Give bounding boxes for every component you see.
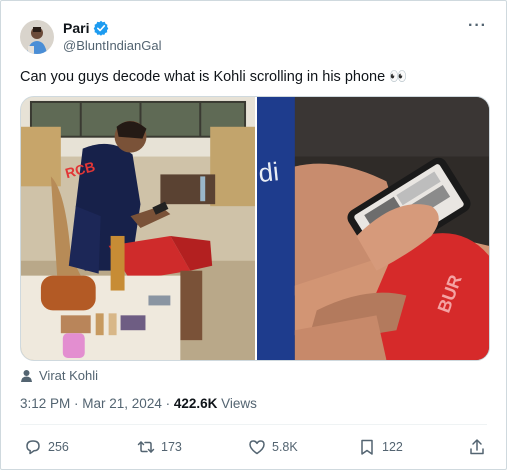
action-bar: 256 173 5.8K 122 [20, 437, 490, 457]
photo-hands-phone[interactable]: di BUR [257, 97, 489, 360]
like-button[interactable]: 5.8K [248, 437, 298, 457]
tweet-card[interactable]: Pari @BluntIndianGal ··· Can you guys de… [0, 0, 507, 470]
avatar-image [20, 20, 54, 54]
media-grid: RCB di BUR [20, 96, 490, 361]
tweet-time[interactable]: 3:12 PM [20, 396, 70, 411]
bookmark-button[interactable]: 122 [358, 437, 403, 457]
share-button[interactable] [468, 437, 486, 457]
views-count: 422.6K [173, 396, 218, 411]
verified-badge-icon [93, 20, 109, 36]
reply-count: 256 [48, 440, 69, 454]
avatar[interactable] [20, 20, 54, 54]
share-icon [470, 439, 484, 455]
bookmark-icon [361, 439, 373, 455]
author-handle[interactable]: @BluntIndianGal [63, 38, 161, 53]
tagged-person-row[interactable]: Virat Kohli [20, 367, 98, 383]
photo-man-sitting[interactable]: RCB [21, 97, 255, 360]
views-label: Views [217, 396, 257, 411]
retweet-icon [137, 441, 155, 453]
meta-separator: · [161, 396, 174, 411]
tweet-date[interactable]: Mar 21, 2024 [82, 396, 162, 411]
tweet-text: Can you guys decode what is Kohli scroll… [20, 69, 408, 85]
like-count: 5.8K [272, 440, 298, 454]
tweet-meta: 3:12 PM · Mar 21, 2024 · 422.6K Views [20, 396, 257, 411]
bookmark-count: 122 [382, 440, 403, 454]
retweet-button[interactable]: 173 [137, 437, 182, 457]
retweet-count: 173 [161, 440, 182, 454]
meta-separator: · [70, 396, 83, 411]
more-options-icon[interactable]: ··· [468, 17, 487, 35]
heart-icon [249, 440, 265, 455]
reply-button[interactable]: 256 [24, 437, 69, 457]
person-icon [20, 369, 33, 382]
svg-text:di: di [257, 158, 280, 188]
divider [20, 424, 487, 425]
author-name[interactable]: Pari [63, 20, 89, 36]
author-name-row[interactable]: Pari [63, 18, 109, 38]
reply-icon [26, 440, 40, 455]
tagged-person-name[interactable]: Virat Kohli [39, 368, 98, 383]
